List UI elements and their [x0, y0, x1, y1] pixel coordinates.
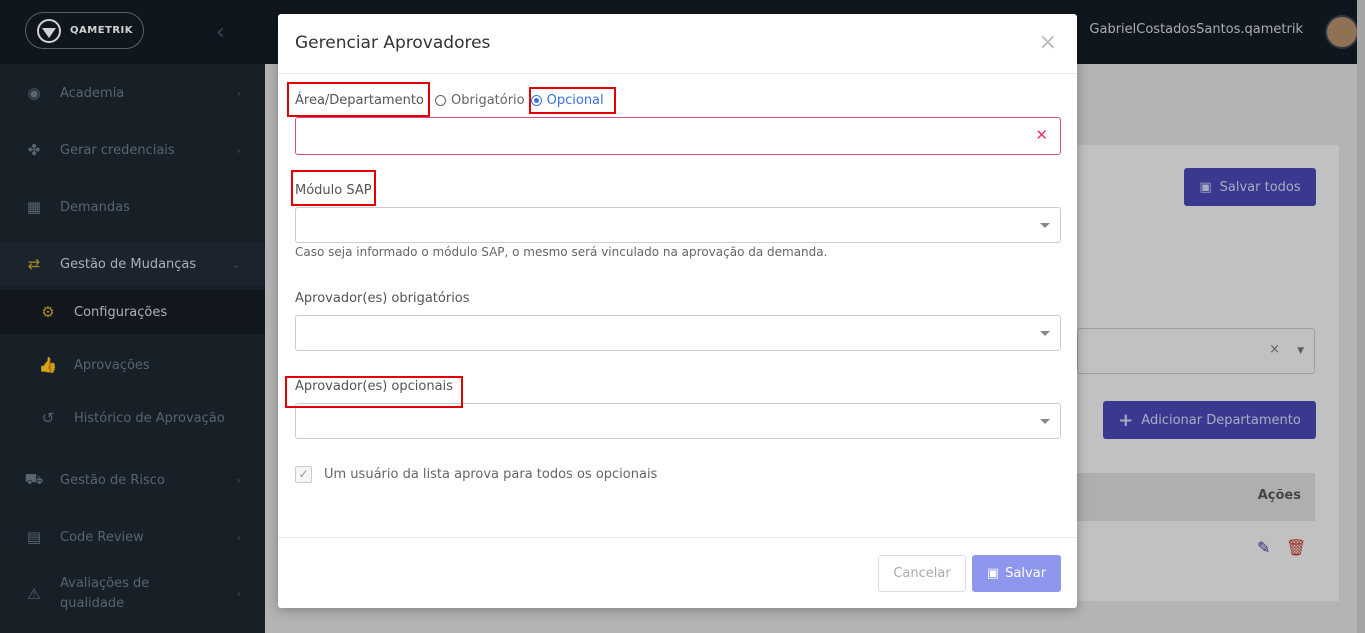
- optional-approvers-select[interactable]: [295, 403, 1061, 439]
- clear-icon[interactable]: ✕: [1035, 126, 1048, 144]
- modulo-sap-help: Caso seja informado o módulo SAP, o mesm…: [295, 245, 828, 259]
- checkbox[interactable]: ✓: [295, 466, 312, 483]
- cancel-button[interactable]: Cancelar: [878, 555, 966, 592]
- caret-down-icon: [1040, 331, 1050, 336]
- radio-circle[interactable]: [435, 95, 446, 106]
- single-approval-checkbox-row[interactable]: ✓ Um usuário da lista aprova para todos …: [295, 466, 657, 483]
- area-input[interactable]: ✕: [295, 117, 1061, 155]
- save-label: Salvar: [1005, 566, 1047, 581]
- required-approvers-select[interactable]: [295, 315, 1061, 351]
- annotation-box-modulo: [291, 170, 376, 206]
- save-icon: ▣: [986, 566, 1000, 581]
- caret-down-icon: [1040, 223, 1050, 228]
- modulo-sap-select[interactable]: [295, 207, 1061, 243]
- modal-title: Gerenciar Aprovadores: [295, 33, 491, 53]
- checkbox-label: Um usuário da lista aprova para todos os…: [324, 467, 658, 482]
- annotation-box-optional-approvers: [285, 376, 463, 408]
- radio-obrigatorio[interactable]: Obrigatório: [435, 93, 525, 108]
- annotation-box-area: [287, 82, 430, 117]
- required-approvers-label: Aprovador(es) obrigatórios: [295, 291, 470, 306]
- close-icon[interactable]: ×: [1039, 30, 1057, 55]
- caret-down-icon: [1040, 419, 1050, 424]
- radio-obrigatorio-label: Obrigatório: [451, 93, 525, 108]
- modal-header: Gerenciar Aprovadores ×: [278, 14, 1077, 74]
- save-button[interactable]: ▣ Salvar: [972, 555, 1061, 592]
- modal-footer: Cancelar ▣ Salvar: [278, 537, 1077, 608]
- annotation-box-opcional: [529, 87, 616, 114]
